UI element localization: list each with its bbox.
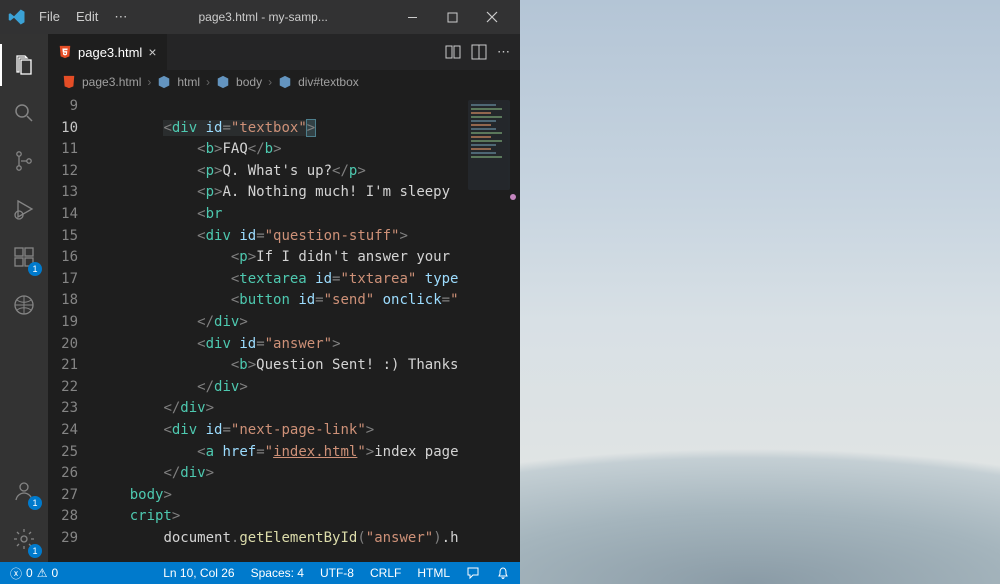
code-line[interactable]: 28 cript> — [48, 506, 520, 528]
editor-area[interactable]: 910 <div id="textbox">11 <b>FAQ</b>12 <p… — [48, 94, 520, 562]
code-line[interactable]: 19 </div> — [48, 312, 520, 334]
code-line[interactable]: 11 <b>FAQ</b> — [48, 139, 520, 161]
breadcrumb-html[interactable]: html — [177, 75, 200, 89]
error-icon: ⓧ — [10, 565, 22, 582]
html-file-icon — [58, 45, 72, 59]
extensions-icon[interactable]: 1 — [0, 234, 48, 280]
menu-edit[interactable]: Edit — [69, 5, 105, 29]
code-line[interactable]: 17 <textarea id="txtarea" type — [48, 269, 520, 291]
status-cursor-position[interactable]: Ln 10, Col 26 — [161, 566, 236, 580]
search-icon[interactable] — [0, 90, 48, 136]
code-line[interactable]: 16 <p>If I didn't answer your — [48, 247, 520, 269]
status-bell-icon[interactable] — [494, 566, 512, 580]
account-badge: 1 — [28, 496, 42, 510]
close-button[interactable] — [472, 2, 512, 32]
tab-close-icon[interactable]: × — [148, 44, 156, 60]
settings-gear-icon[interactable]: 1 — [0, 516, 48, 562]
desktop-wallpaper — [520, 0, 1000, 584]
compare-changes-icon[interactable] — [445, 44, 461, 60]
settings-badge: 1 — [28, 544, 42, 558]
code-line[interactable]: 18 <button id="send" onclick=" — [48, 290, 520, 312]
window-title: page3.html - my-samp... — [140, 10, 386, 24]
status-language[interactable]: HTML — [415, 566, 452, 580]
minimize-button[interactable] — [392, 2, 432, 32]
source-control-icon[interactable] — [0, 138, 48, 184]
menu-bar: File Edit ⋯ — [32, 5, 134, 29]
tab-page3[interactable]: page3.html × — [48, 34, 168, 70]
code-line[interactable]: 13 <p>A. Nothing much! I'm sleepy — [48, 182, 520, 204]
split-editor-icon[interactable] — [471, 44, 487, 60]
remote-icon[interactable] — [0, 282, 48, 328]
title-bar: File Edit ⋯ page3.html - my-samp... — [0, 0, 520, 34]
breadcrumb-file[interactable]: page3.html — [82, 75, 141, 89]
code-line[interactable]: 27 body> — [48, 485, 520, 507]
code-line[interactable]: 23 </div> — [48, 398, 520, 420]
extensions-badge: 1 — [28, 262, 42, 276]
run-debug-icon[interactable] — [0, 186, 48, 232]
symbol-icon — [157, 75, 171, 89]
status-bar: ⓧ0 ⚠0 Ln 10, Col 26 Spaces: 4 UTF-8 CRLF… — [0, 562, 520, 584]
status-problems[interactable]: ⓧ0 ⚠0 — [8, 565, 60, 582]
chevron-right-icon: › — [147, 75, 151, 89]
activity-bar: 1 1 1 — [0, 34, 48, 562]
code-line[interactable]: 20 <div id="answer"> — [48, 334, 520, 356]
tab-more-icon[interactable]: ⋯ — [497, 44, 510, 60]
code-line[interactable]: 9 — [48, 96, 520, 118]
account-icon[interactable]: 1 — [0, 468, 48, 514]
window-controls — [392, 2, 512, 32]
code-line[interactable]: 25 <a href="index.html">index page — [48, 442, 520, 464]
status-warnings-count: 0 — [51, 566, 58, 580]
status-encoding[interactable]: UTF-8 — [318, 566, 356, 580]
tab-label: page3.html — [78, 45, 142, 60]
status-indentation[interactable]: Spaces: 4 — [249, 566, 306, 580]
code-line[interactable]: 12 <p>Q. What's up?</p> — [48, 161, 520, 183]
chevron-right-icon: › — [268, 75, 272, 89]
minimap-cursor-marker — [510, 194, 516, 200]
breadcrumbs[interactable]: page3.html › html › body › div#textbox — [48, 70, 520, 94]
tab-bar: page3.html × ⋯ — [48, 34, 520, 70]
chevron-right-icon: › — [206, 75, 210, 89]
explorer-icon[interactable] — [0, 42, 48, 88]
code-line[interactable]: 26 </div> — [48, 463, 520, 485]
code-line[interactable]: 15 <div id="question-stuff"> — [48, 226, 520, 248]
code-line[interactable]: 10 <div id="textbox"> — [48, 118, 520, 140]
vscode-logo-icon — [8, 8, 26, 26]
status-errors-count: 0 — [26, 566, 33, 580]
maximize-button[interactable] — [432, 2, 472, 32]
breadcrumb-body[interactable]: body — [236, 75, 262, 89]
warning-icon: ⚠ — [37, 566, 48, 580]
editor-group: page3.html × ⋯ page3.html › html › body — [48, 34, 520, 562]
code-line[interactable]: 29 document.getElementById("answer").h — [48, 528, 520, 550]
code-line[interactable]: 21 <b>Question Sent! :) Thanks — [48, 355, 520, 377]
status-feedback-icon[interactable] — [464, 566, 482, 580]
status-eol[interactable]: CRLF — [368, 566, 403, 580]
code-line[interactable]: 14 <br — [48, 204, 520, 226]
html-file-icon — [62, 75, 76, 89]
code-line[interactable]: 22 </div> — [48, 377, 520, 399]
menu-file[interactable]: File — [32, 5, 67, 29]
symbol-icon — [278, 75, 292, 89]
breadcrumb-div[interactable]: div#textbox — [298, 75, 359, 89]
code-line[interactable]: 24 <div id="next-page-link"> — [48, 420, 520, 442]
editor-actions: ⋯ — [435, 34, 520, 70]
minimap[interactable] — [468, 100, 510, 190]
vscode-window: File Edit ⋯ page3.html - my-samp... 1 1 … — [0, 0, 520, 584]
code-content[interactable]: 910 <div id="textbox">11 <b>FAQ</b>12 <p… — [48, 94, 520, 549]
symbol-icon — [216, 75, 230, 89]
menu-more-icon[interactable]: ⋯ — [107, 5, 134, 29]
